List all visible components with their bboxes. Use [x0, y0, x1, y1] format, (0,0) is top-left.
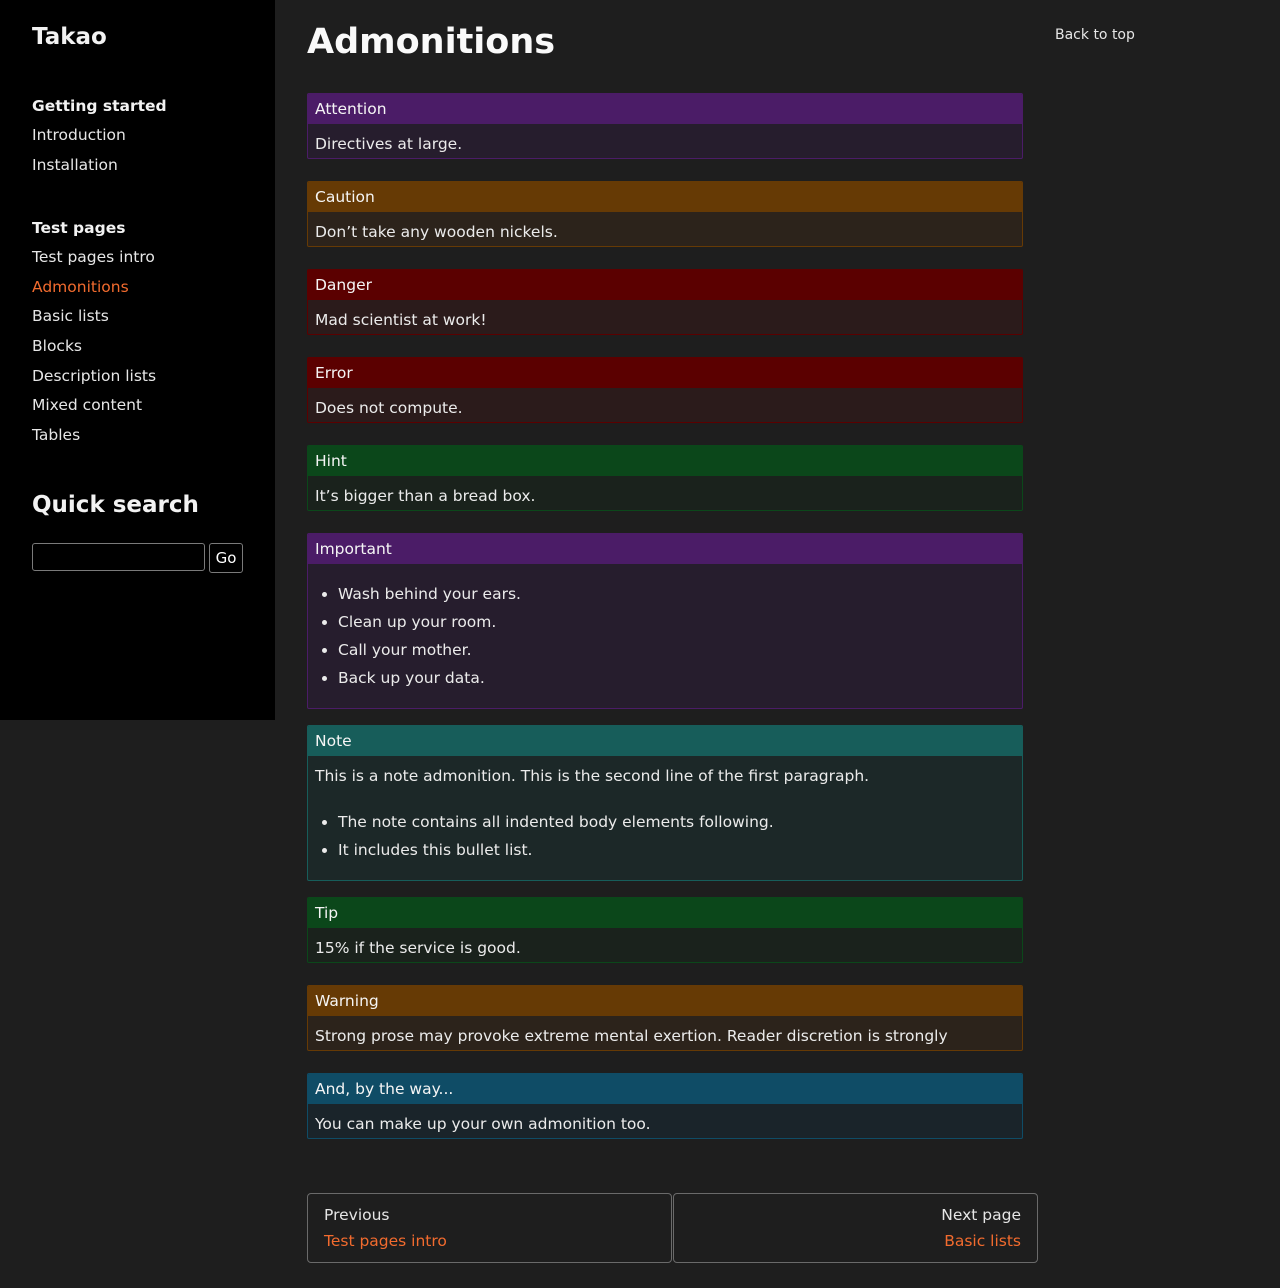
sidebar-item-admonitions[interactable]: Admonitions [32, 273, 156, 303]
admonition-text: You can make up your own admonition too. [315, 1115, 651, 1133]
admonition-error: Error Does not compute. [307, 357, 1023, 423]
page-title: Admonitions [307, 22, 556, 62]
admonition-caution: Caution Don’t take any wooden nickels. [307, 181, 1023, 247]
admonition-text: Don’t take any wooden nickels. [315, 223, 558, 241]
nav-group-getting-started: Getting started Introduction Installatio… [32, 92, 167, 180]
admonition-text: This is a note admonition. This is the s… [315, 767, 870, 785]
sidebar-item-introduction[interactable]: Introduction [32, 121, 167, 151]
admonition-title: Hint [308, 446, 1022, 476]
sidebar: Takao Getting started Introduction Insta… [0, 0, 275, 720]
sidebar-item-blocks[interactable]: Blocks [32, 332, 156, 362]
admonition-warning: Warning Strong prose may provoke extreme… [307, 985, 1023, 1051]
admonition-title: Error [308, 358, 1022, 388]
admonition-text: 15% if the service is good. [315, 939, 521, 957]
admonition-title: Important [308, 534, 1022, 564]
sidebar-item-mixed-content[interactable]: Mixed content [32, 391, 156, 421]
nav-group-test-pages: Test pages Test pages intro Admonitions … [32, 214, 156, 451]
pager-label: Next page [941, 1206, 1021, 1224]
admonition-text: Mad scientist at work! [315, 311, 487, 329]
sidebar-item-description-lists[interactable]: Description lists [32, 362, 156, 392]
admonition-text: Does not compute. [315, 399, 463, 417]
sidebar-item-test-pages-intro[interactable]: Test pages intro [32, 243, 156, 273]
search-go-button[interactable]: Go [209, 543, 243, 573]
list-item: Clean up your room. [338, 608, 1015, 636]
admonition-title: Attention [308, 94, 1022, 124]
admonition-tip: Tip 15% if the service is good. [307, 897, 1023, 963]
list-item: Call your mother. [338, 636, 1015, 664]
admonition-title: Caution [308, 182, 1022, 212]
admonition-hint: Hint It’s bigger than a bread box. [307, 445, 1023, 511]
nav-group-heading: Test pages [32, 219, 126, 237]
nav-group-heading: Getting started [32, 97, 167, 115]
list-item: Wash behind your ears. [338, 580, 1015, 608]
admonition-danger: Danger Mad scientist at work! [307, 269, 1023, 335]
previous-page-link[interactable]: Previous Test pages intro [307, 1193, 672, 1263]
sidebar-item-installation[interactable]: Installation [32, 151, 167, 181]
admonition-attention: Attention Directives at large. [307, 93, 1023, 159]
search-input[interactable] [32, 543, 205, 571]
list-item: Back up your data. [338, 664, 1015, 692]
admonition-title: Warning [308, 986, 1022, 1016]
admonition-title: Tip [308, 898, 1022, 928]
site-title-link[interactable]: Takao [32, 24, 107, 50]
admonition-title: Note [308, 726, 1022, 756]
pager-label: Previous [324, 1206, 390, 1224]
admonition-important: Important Wash behind your ears. Clean u… [307, 533, 1023, 709]
list-item: The note contains all indented body elem… [338, 808, 1015, 836]
admonition-title: Danger [308, 270, 1022, 300]
quick-search-title: Quick search [32, 492, 199, 518]
pager-link-text: Test pages intro [324, 1232, 447, 1250]
bullet-list: Wash behind your ears. Clean up your roo… [315, 580, 1015, 692]
bullet-list: The note contains all indented body elem… [315, 808, 1015, 864]
admonition-text: Directives at large. [315, 135, 463, 153]
back-to-top-link[interactable]: Back to top [1055, 27, 1135, 43]
list-item: It includes this bullet list. [338, 836, 1015, 864]
admonition-text: It’s bigger than a bread box. [315, 487, 536, 505]
admonition-custom: And, by the way... You can make up your … [307, 1073, 1023, 1139]
sidebar-item-basic-lists[interactable]: Basic lists [32, 302, 156, 332]
sidebar-item-tables[interactable]: Tables [32, 421, 156, 451]
pager-link-text: Basic lists [944, 1232, 1021, 1250]
admonition-text: Strong prose may provoke extreme mental … [315, 1027, 948, 1045]
admonition-title: And, by the way... [308, 1074, 1022, 1104]
admonition-note: Note This is a note admonition. This is … [307, 725, 1023, 881]
next-page-link[interactable]: Next page Basic lists [673, 1193, 1038, 1263]
